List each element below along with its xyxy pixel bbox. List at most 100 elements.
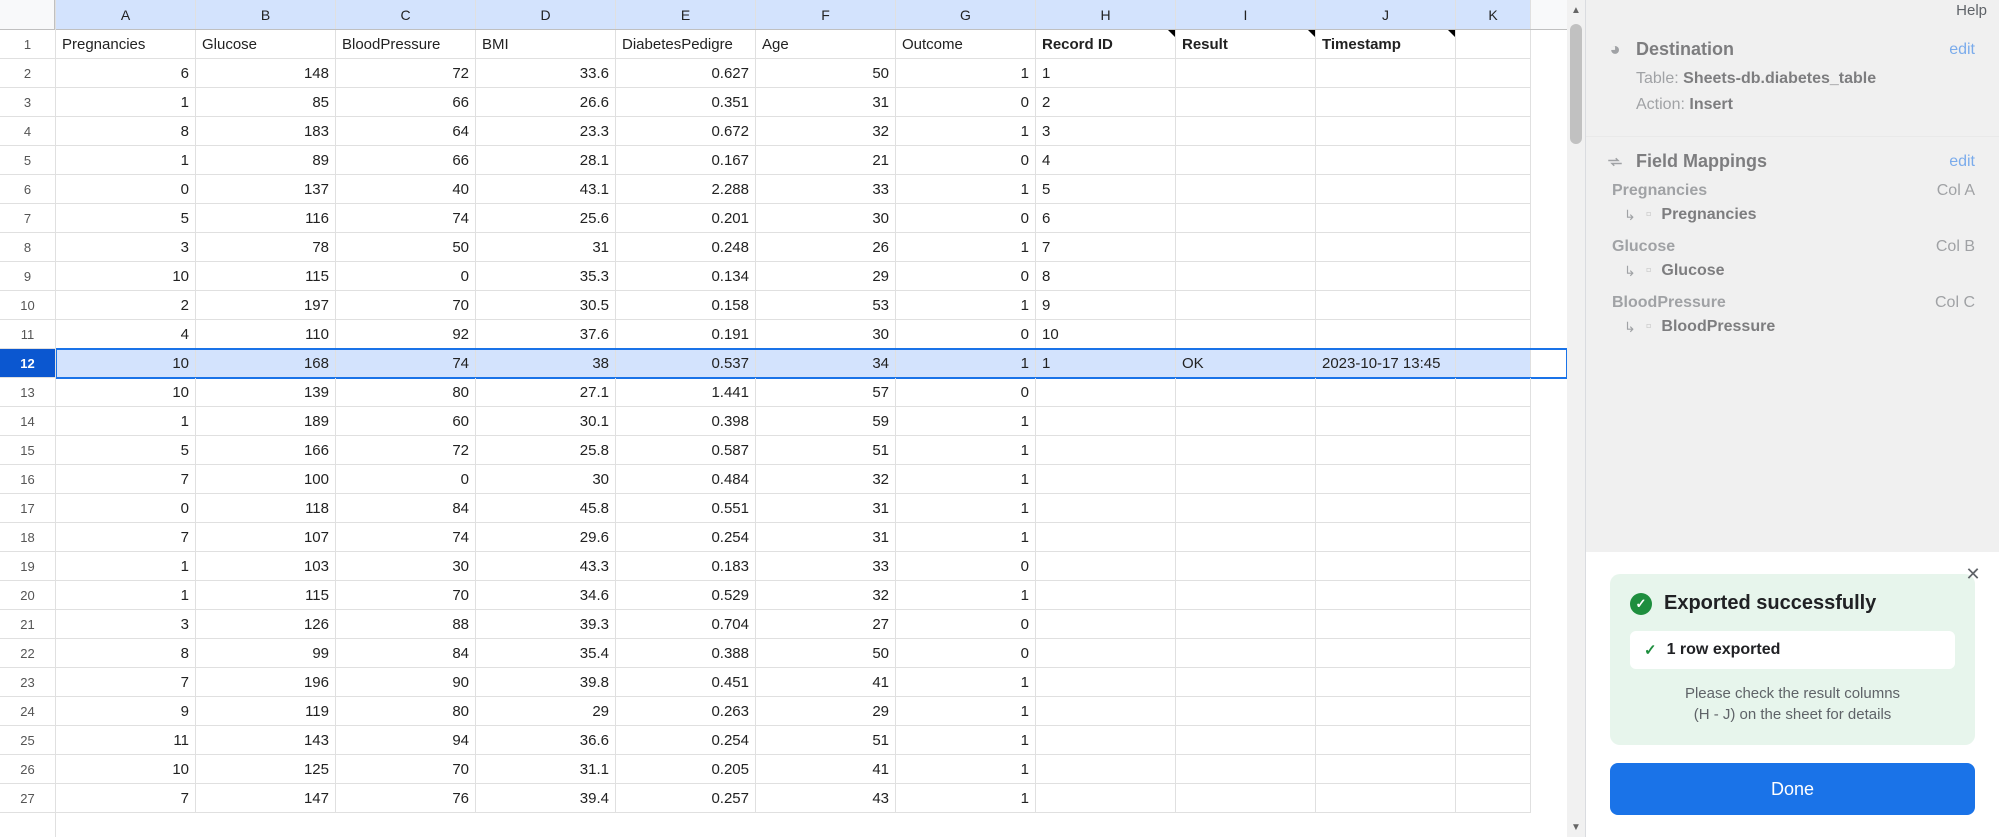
cell[interactable]: 189 (196, 407, 336, 436)
cell[interactable]: 29.6 (476, 523, 616, 552)
column-header[interactable]: A (56, 0, 196, 29)
cell[interactable]: 148 (196, 59, 336, 88)
cell[interactable]: 89 (196, 146, 336, 175)
cell[interactable] (1316, 523, 1456, 552)
cell[interactable] (1176, 59, 1316, 88)
cell[interactable]: 78 (196, 233, 336, 262)
cell[interactable]: 0.388 (616, 639, 756, 668)
cell[interactable] (1316, 552, 1456, 581)
cell[interactable]: 1 (896, 581, 1036, 610)
row-header[interactable]: 12 (0, 349, 55, 378)
cell[interactable] (1036, 436, 1176, 465)
cell[interactable]: 0.551 (616, 494, 756, 523)
cell[interactable] (1176, 407, 1316, 436)
cell[interactable]: 30 (336, 552, 476, 581)
cell[interactable]: 36.6 (476, 726, 616, 755)
cell[interactable]: 31.1 (476, 755, 616, 784)
cell[interactable] (1176, 465, 1316, 494)
cell[interactable]: 1 (56, 581, 196, 610)
cell[interactable]: 1 (896, 697, 1036, 726)
cell[interactable]: 8 (56, 639, 196, 668)
row-header[interactable]: 27 (0, 784, 55, 813)
cell[interactable]: 0 (56, 175, 196, 204)
cell[interactable] (1456, 465, 1531, 494)
cell[interactable] (1176, 697, 1316, 726)
cell[interactable]: 30.5 (476, 291, 616, 320)
cell[interactable]: 1 (896, 291, 1036, 320)
destination-edit-link[interactable]: edit (1949, 41, 1975, 59)
scroll-thumb[interactable] (1570, 24, 1582, 144)
cell[interactable]: 4 (1036, 146, 1176, 175)
cell[interactable] (1176, 639, 1316, 668)
cell[interactable]: 0.537 (616, 349, 756, 378)
cell[interactable]: 76 (336, 784, 476, 813)
column-header[interactable]: K (1456, 0, 1531, 29)
cell[interactable]: 26 (756, 233, 896, 262)
cell[interactable]: 35.4 (476, 639, 616, 668)
cell[interactable]: 51 (756, 436, 896, 465)
cell[interactable]: 0.351 (616, 88, 756, 117)
cell[interactable] (1456, 639, 1531, 668)
cell[interactable]: 0.191 (616, 320, 756, 349)
cell[interactable]: 196 (196, 668, 336, 697)
cell[interactable]: 0 (896, 552, 1036, 581)
cell[interactable]: 3 (1036, 117, 1176, 146)
cell[interactable] (1456, 755, 1531, 784)
cell[interactable]: OK (1176, 349, 1316, 378)
cell[interactable]: 30 (756, 320, 896, 349)
column-header[interactable]: J (1316, 0, 1456, 29)
row-header[interactable]: 10 (0, 291, 55, 320)
cell[interactable]: 50 (756, 59, 896, 88)
cell[interactable]: 40 (336, 175, 476, 204)
cell[interactable]: 8 (1036, 262, 1176, 291)
cell[interactable] (1036, 407, 1176, 436)
cell[interactable]: 88 (336, 610, 476, 639)
cell[interactable]: 10 (56, 349, 196, 378)
cell[interactable]: 53 (756, 291, 896, 320)
cell[interactable]: 0.183 (616, 552, 756, 581)
cell[interactable] (1316, 465, 1456, 494)
cell[interactable]: 0 (896, 146, 1036, 175)
grid-body[interactable]: PregnanciesGlucoseBloodPressureBMIDiabet… (56, 30, 1567, 813)
cell[interactable] (1176, 552, 1316, 581)
cell[interactable] (1456, 668, 1531, 697)
cell[interactable]: 50 (756, 639, 896, 668)
cell[interactable]: 6 (1036, 204, 1176, 233)
cell[interactable]: 0.263 (616, 697, 756, 726)
header-cell[interactable]: Pregnancies (56, 30, 196, 59)
cell[interactable]: 28.1 (476, 146, 616, 175)
row-header[interactable]: 7 (0, 204, 55, 233)
cell[interactable] (1456, 262, 1531, 291)
cell[interactable] (1456, 59, 1531, 88)
cell[interactable] (1456, 291, 1531, 320)
cell[interactable]: 32 (756, 465, 896, 494)
cell[interactable] (1176, 291, 1316, 320)
cell[interactable]: 38 (476, 349, 616, 378)
cell[interactable]: 197 (196, 291, 336, 320)
cell[interactable]: 99 (196, 639, 336, 668)
done-button[interactable]: Done (1610, 763, 1975, 815)
cell[interactable]: 3 (56, 610, 196, 639)
cell[interactable]: 7 (56, 668, 196, 697)
row-header[interactable]: 2 (0, 59, 55, 88)
cell[interactable]: 115 (196, 581, 336, 610)
vertical-scrollbar[interactable]: ▲ ▼ (1567, 0, 1585, 837)
cell[interactable]: 0.254 (616, 726, 756, 755)
cell[interactable]: 1 (896, 175, 1036, 204)
cell[interactable]: 7 (56, 784, 196, 813)
row-header[interactable]: 16 (0, 465, 55, 494)
cell[interactable]: 43.3 (476, 552, 616, 581)
cell[interactable]: 34.6 (476, 581, 616, 610)
cell[interactable]: 70 (336, 755, 476, 784)
cell[interactable]: 25.8 (476, 436, 616, 465)
row-header[interactable]: 5 (0, 146, 55, 175)
column-header[interactable]: B (196, 0, 336, 29)
cell[interactable] (1176, 436, 1316, 465)
help-link[interactable]: Help (1586, 0, 1999, 25)
cell[interactable]: 183 (196, 117, 336, 146)
column-header[interactable]: G (896, 0, 1036, 29)
cell[interactable] (1316, 494, 1456, 523)
cell[interactable]: 74 (336, 523, 476, 552)
cell[interactable]: 1 (896, 523, 1036, 552)
cell[interactable] (1456, 146, 1531, 175)
